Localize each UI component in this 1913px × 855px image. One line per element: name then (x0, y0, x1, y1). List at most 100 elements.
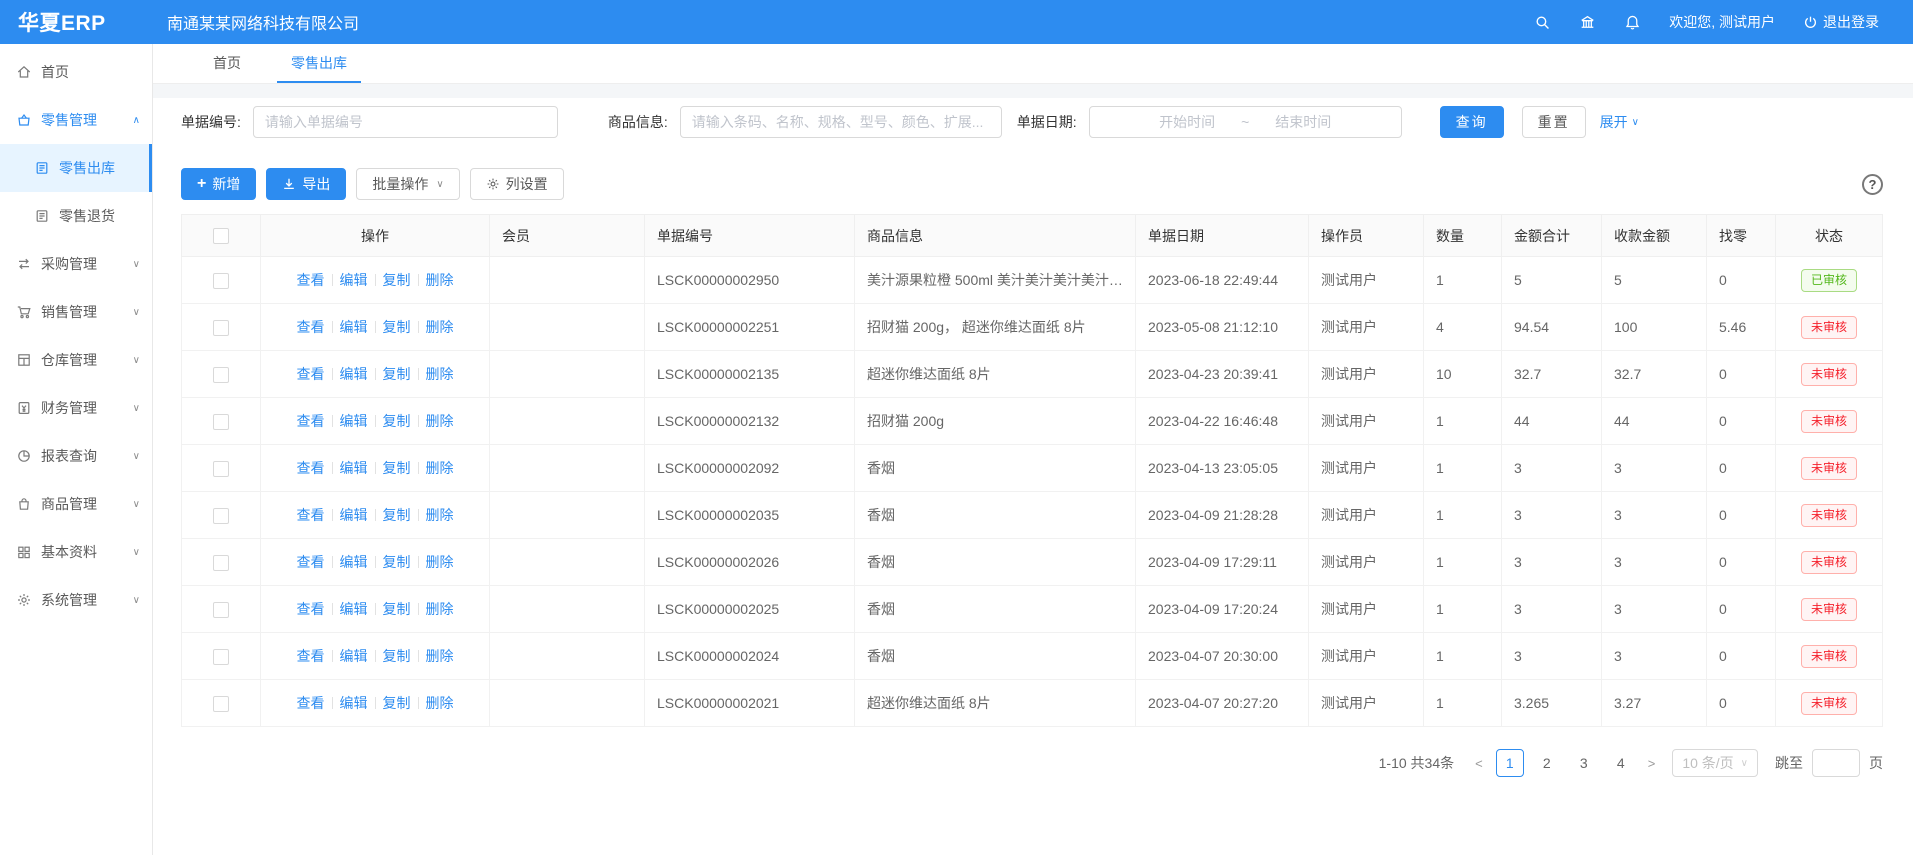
product-info-input[interactable] (680, 106, 1002, 138)
add-button[interactable]: + 新增 (181, 168, 256, 200)
page-number-2[interactable]: 2 (1533, 749, 1561, 777)
chevron-down-icon: ∨ (133, 259, 140, 270)
copy-link[interactable]: 复制 (383, 460, 411, 476)
action-divider (375, 274, 376, 286)
sidebar-item-finance-mgmt[interactable]: 财务管理∨ (0, 384, 152, 432)
date-range-input[interactable]: 开始时间 ~ 结束时间 (1089, 106, 1402, 138)
page-number-3[interactable]: 3 (1570, 749, 1598, 777)
delete-link[interactable]: 删除 (426, 554, 454, 570)
copy-link[interactable]: 复制 (383, 601, 411, 617)
column-header: 收款金额 (1602, 215, 1707, 257)
edit-link[interactable]: 编辑 (340, 413, 368, 429)
row-checkbox[interactable] (213, 414, 229, 430)
jump-page-input[interactable] (1812, 749, 1860, 777)
row-checkbox[interactable] (213, 649, 229, 665)
row-checkbox[interactable] (213, 555, 229, 571)
delete-link[interactable]: 删除 (426, 507, 454, 523)
row-checkbox[interactable] (213, 273, 229, 289)
qty-cell: 1 (1424, 492, 1502, 539)
row-checkbox[interactable] (213, 508, 229, 524)
sidebar-item-retail-mgmt[interactable]: 零售管理∧ (0, 96, 152, 144)
search-icon[interactable] (1534, 14, 1551, 31)
copy-link[interactable]: 复制 (383, 272, 411, 288)
delete-link[interactable]: 删除 (426, 413, 454, 429)
logout-button[interactable]: 退出登录 (1803, 12, 1879, 32)
edit-link[interactable]: 编辑 (340, 648, 368, 664)
sidebar-item-report-query[interactable]: 报表查询∨ (0, 432, 152, 480)
row-checkbox[interactable] (213, 367, 229, 383)
copy-link[interactable]: 复制 (383, 366, 411, 382)
delete-link[interactable]: 删除 (426, 695, 454, 711)
view-link[interactable]: 查看 (297, 460, 325, 476)
qty-cell: 1 (1424, 445, 1502, 492)
change-cell: 0 (1707, 351, 1776, 398)
edit-link[interactable]: 编辑 (340, 695, 368, 711)
view-link[interactable]: 查看 (297, 507, 325, 523)
delete-link[interactable]: 删除 (426, 460, 454, 476)
sidebar-item-sales-mgmt[interactable]: 销售管理∨ (0, 288, 152, 336)
batch-actions-button[interactable]: 批量操作 ∨ (356, 168, 459, 200)
delete-link[interactable]: 删除 (426, 319, 454, 335)
bell-icon[interactable] (1624, 14, 1641, 31)
view-link[interactable]: 查看 (297, 601, 325, 617)
view-link[interactable]: 查看 (297, 319, 325, 335)
view-link[interactable]: 查看 (297, 413, 325, 429)
expand-link[interactable]: 展开 ∨ (1600, 112, 1639, 132)
prev-page-button[interactable]: < (1471, 756, 1487, 771)
copy-link[interactable]: 复制 (383, 695, 411, 711)
view-link[interactable]: 查看 (297, 272, 325, 288)
delete-link[interactable]: 删除 (426, 366, 454, 382)
copy-link[interactable]: 复制 (383, 554, 411, 570)
sidebar-item-home[interactable]: 首页 (0, 48, 152, 96)
search-button[interactable]: 查询 (1440, 106, 1504, 138)
edit-link[interactable]: 编辑 (340, 507, 368, 523)
reset-button[interactable]: 重置 (1522, 106, 1586, 138)
sidebar-item-basic-data[interactable]: 基本资料∨ (0, 528, 152, 576)
table-row: 查看编辑复制删除LSCK00000002950美汁源果粒橙 500ml 美汁美汁… (182, 257, 1883, 304)
page-number-1[interactable]: 1 (1496, 749, 1524, 777)
edit-link[interactable]: 编辑 (340, 601, 368, 617)
page-size-select[interactable]: 10 条/页 ∨ (1672, 749, 1758, 777)
row-checkbox[interactable] (213, 461, 229, 477)
bill-no-input[interactable] (253, 106, 558, 138)
export-button[interactable]: 导出 (266, 168, 346, 200)
copy-link[interactable]: 复制 (383, 507, 411, 523)
next-page-button[interactable]: > (1644, 756, 1660, 771)
view-link[interactable]: 查看 (297, 695, 325, 711)
help-icon[interactable]: ? (1862, 174, 1883, 195)
edit-link[interactable]: 编辑 (340, 554, 368, 570)
row-select-cell (182, 445, 261, 492)
select-all-checkbox[interactable] (213, 228, 229, 244)
copy-link[interactable]: 复制 (383, 413, 411, 429)
sidebar-item-retail-return[interactable]: 零售退货 (0, 192, 152, 240)
sidebar-item-system-mgmt[interactable]: 系统管理∨ (0, 576, 152, 624)
delete-link[interactable]: 删除 (426, 272, 454, 288)
view-link[interactable]: 查看 (297, 366, 325, 382)
delete-link[interactable]: 删除 (426, 601, 454, 617)
edit-link[interactable]: 编辑 (340, 319, 368, 335)
total-cell: 94.54 (1502, 304, 1602, 351)
table-row: 查看编辑复制删除LSCK00000002135超迷你维达面纸 8片2023-04… (182, 351, 1883, 398)
copy-link[interactable]: 复制 (383, 648, 411, 664)
table-header-row: 操作会员单据编号商品信息单据日期操作员数量金额合计收款金额找零状态 (182, 215, 1883, 257)
sidebar-item-purchase-mgmt[interactable]: 采购管理∨ (0, 240, 152, 288)
sidebar-item-retail-out[interactable]: 零售出库 (0, 144, 152, 192)
tab-retail-out[interactable]: 零售出库 (277, 44, 361, 83)
view-link[interactable]: 查看 (297, 648, 325, 664)
qty-cell: 4 (1424, 304, 1502, 351)
edit-link[interactable]: 编辑 (340, 460, 368, 476)
tab-home[interactable]: 首页 (199, 44, 255, 83)
row-checkbox[interactable] (213, 320, 229, 336)
sidebar-item-warehouse-mgmt[interactable]: 仓库管理∨ (0, 336, 152, 384)
bank-icon[interactable] (1579, 14, 1596, 31)
copy-link[interactable]: 复制 (383, 319, 411, 335)
view-link[interactable]: 查看 (297, 554, 325, 570)
edit-link[interactable]: 编辑 (340, 272, 368, 288)
delete-link[interactable]: 删除 (426, 648, 454, 664)
sidebar-item-goods-mgmt[interactable]: 商品管理∨ (0, 480, 152, 528)
edit-link[interactable]: 编辑 (340, 366, 368, 382)
row-checkbox[interactable] (213, 696, 229, 712)
row-checkbox[interactable] (213, 602, 229, 618)
column-settings-button[interactable]: 列设置 (470, 168, 564, 200)
page-number-4[interactable]: 4 (1607, 749, 1635, 777)
